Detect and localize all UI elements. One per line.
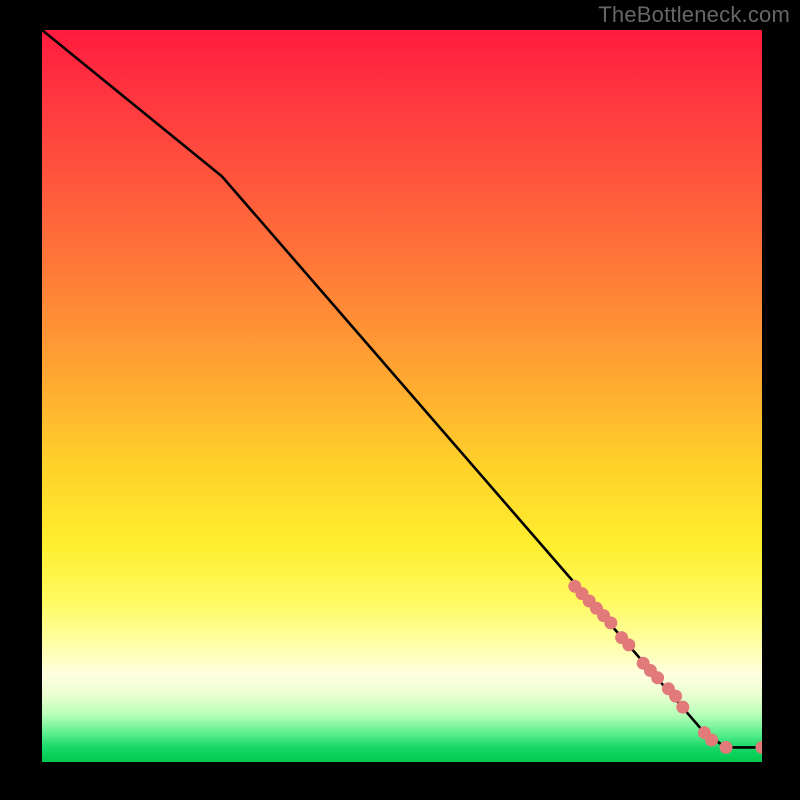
bottleneck-curve — [42, 30, 762, 747]
marker-dot — [756, 741, 763, 754]
marker-dot — [705, 734, 718, 747]
marker-dot — [720, 741, 733, 754]
marker-dot — [604, 616, 617, 629]
marker-dot — [669, 690, 682, 703]
plot-area — [42, 30, 762, 762]
highlight-markers — [568, 580, 762, 754]
marker-dot — [676, 701, 689, 714]
watermark-text: TheBottleneck.com — [598, 2, 790, 28]
marker-dot — [651, 671, 664, 684]
marker-dot — [622, 638, 635, 651]
chart-overlay — [42, 30, 762, 762]
chart-frame: TheBottleneck.com — [0, 0, 800, 800]
